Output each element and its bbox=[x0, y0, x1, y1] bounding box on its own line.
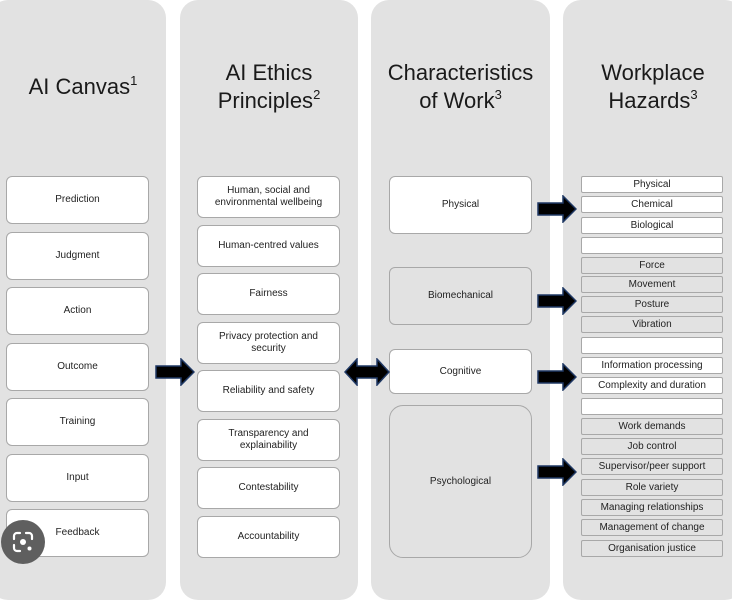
hazard-information-processing: Information processing bbox=[581, 357, 723, 374]
characteristic-biomechanical: Biomechanical bbox=[389, 267, 532, 325]
principle-human-centred-values: Human-centred values bbox=[197, 225, 340, 267]
work-characteristics-title: Characteristics of Work3 bbox=[387, 60, 534, 113]
principle-transparency: Transparency and explainability bbox=[197, 419, 340, 461]
right-arrow-icon bbox=[537, 458, 577, 486]
hazard-chemical: Chemical bbox=[581, 196, 723, 213]
canvas-item-outcome: Outcome bbox=[6, 343, 149, 391]
canvas-item-action: Action bbox=[6, 287, 149, 335]
hazard-managing-relationships: Managing relationships bbox=[581, 499, 723, 516]
canvas-item-prediction: Prediction bbox=[6, 176, 149, 224]
principle-wellbeing: Human, social and environmental wellbein… bbox=[197, 176, 340, 218]
characteristic-cognitive: Cognitive bbox=[389, 349, 532, 394]
characteristic-psychological: Psychological bbox=[389, 405, 532, 558]
canvas-item-training: Training bbox=[6, 398, 149, 446]
workplace-hazards-title: Workplace Hazards3 bbox=[601, 60, 705, 113]
principle-privacy-security: Privacy protection and security bbox=[197, 322, 340, 364]
hazard-work-demands: Work demands bbox=[581, 418, 723, 435]
hazard-vibration: Vibration bbox=[581, 316, 723, 333]
double-arrow-icon bbox=[344, 358, 390, 386]
ethics-principles-title: AI Ethics Principles2 bbox=[217, 60, 321, 113]
hazard-job-control: Job control bbox=[581, 438, 723, 455]
hazard-supervisor-peer-support: Supervisor/peer support bbox=[581, 458, 723, 475]
hazard-biological: Biological bbox=[581, 217, 723, 234]
right-arrow-icon bbox=[537, 195, 577, 223]
hazard-physical: Physical bbox=[581, 176, 723, 193]
lens-search-icon bbox=[12, 531, 34, 553]
ai-canvas-title: AI Canvas1 bbox=[28, 73, 138, 99]
right-arrow-icon bbox=[155, 358, 195, 386]
lens-search-button[interactable] bbox=[1, 520, 45, 564]
canvas-item-input: Input bbox=[6, 454, 149, 502]
hazard-blank-3 bbox=[581, 398, 723, 415]
hazard-role-variety: Role variety bbox=[581, 479, 723, 496]
hazard-management-of-change: Management of change bbox=[581, 519, 723, 536]
characteristic-physical: Physical bbox=[389, 176, 532, 234]
hazard-posture: Posture bbox=[581, 296, 723, 313]
hazard-complexity-duration: Complexity and duration bbox=[581, 377, 723, 394]
hazard-movement: Movement bbox=[581, 276, 723, 293]
hazard-blank-2 bbox=[581, 337, 723, 354]
right-arrow-icon bbox=[537, 363, 577, 391]
principle-accountability: Accountability bbox=[197, 516, 340, 558]
principle-contestability: Contestability bbox=[197, 467, 340, 509]
principle-fairness: Fairness bbox=[197, 273, 340, 315]
right-arrow-icon bbox=[537, 287, 577, 315]
principle-reliability-safety: Reliability and safety bbox=[197, 370, 340, 412]
hazard-blank-1 bbox=[581, 237, 723, 254]
hazard-organisation-justice: Organisation justice bbox=[581, 540, 723, 557]
hazard-force: Force bbox=[581, 257, 723, 274]
canvas-item-judgment: Judgment bbox=[6, 232, 149, 280]
